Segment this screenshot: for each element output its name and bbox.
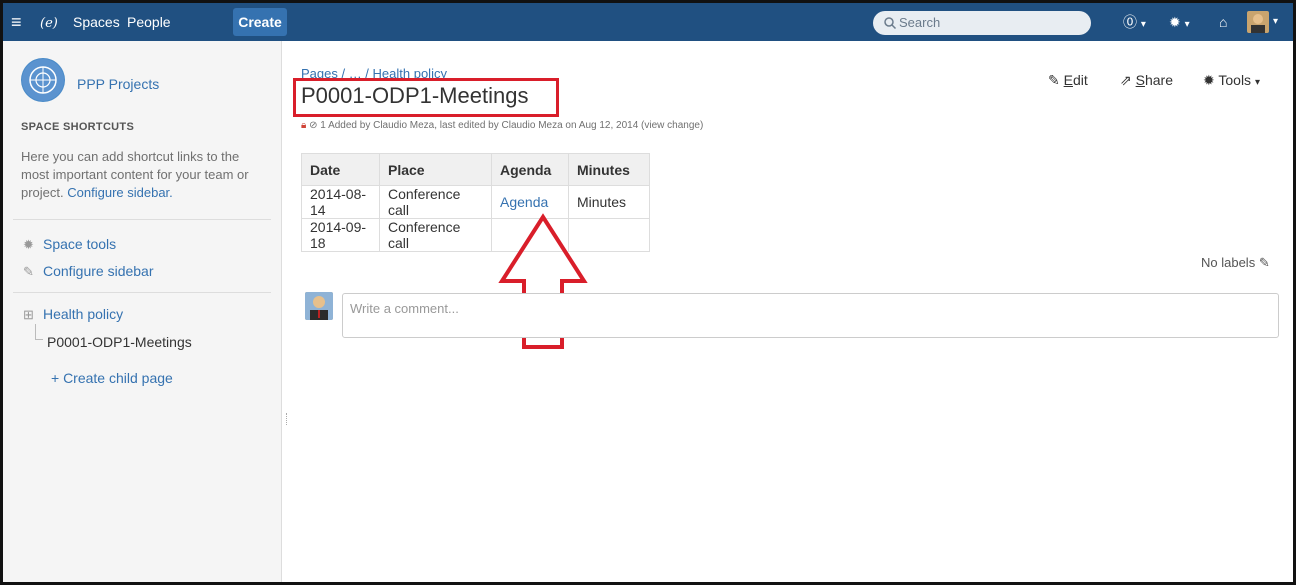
pencil-icon: ✎: [1048, 72, 1060, 88]
cell-date: 2014-08-14: [301, 185, 380, 219]
chevron-down-icon: ▾: [1254, 77, 1260, 88]
table-header-row: Date Place Agenda Minutes: [301, 153, 650, 186]
no-labels-text: No labels: [1201, 255, 1256, 270]
shortcuts-help-text: Here you can add shortcut links to the m…: [21, 148, 266, 202]
nav-people[interactable]: People: [127, 3, 171, 41]
divider: [13, 292, 271, 293]
restriction-lock-icon[interactable]: 🔒︎: [301, 120, 306, 131]
pencil-icon: ✎: [23, 264, 34, 279]
settings-gear-icon[interactable]: ✹ ▾: [1169, 3, 1190, 41]
configure-sidebar-link[interactable]: ✎ Configure sidebar: [23, 263, 154, 280]
edit-button[interactable]: ✎ Edit: [1048, 72, 1088, 89]
share-button[interactable]: ⇗ Share: [1120, 72, 1173, 89]
edit-label-accesskey: E: [1063, 72, 1073, 88]
cell-place: Conference call: [379, 185, 492, 219]
cell-place: Conference call: [379, 218, 492, 252]
nav-spaces[interactable]: Spaces: [73, 3, 120, 41]
column-header-place: Place: [379, 153, 492, 186]
byline-text: 1 Added by Claudio Meza, last edited by …: [320, 120, 704, 131]
cell-date: 2014-09-18: [301, 218, 380, 252]
space-name-link[interactable]: PPP Projects: [77, 76, 159, 92]
pencil-icon: ✎: [1258, 255, 1270, 270]
tree-item-current-page[interactable]: P0001-ODP1-Meetings: [47, 334, 192, 350]
comment-placeholder: Write a comment...: [350, 301, 459, 316]
divider: [13, 219, 271, 220]
space-tools-label: Space tools: [43, 236, 117, 252]
gear-icon: ✹: [1203, 72, 1215, 88]
attachment-icon[interactable]: ⊘: [309, 120, 317, 131]
comment-input[interactable]: Write a comment...: [342, 293, 1279, 338]
share-label-rest: hare: [1144, 72, 1173, 88]
gear-icon: ✹: [23, 237, 34, 252]
configure-sidebar-inline-link[interactable]: Configure sidebar.: [67, 185, 173, 200]
share-label-accesskey: S: [1135, 72, 1145, 88]
search-input[interactable]: Search: [873, 11, 1091, 35]
menu-icon[interactable]: ≡: [11, 3, 22, 41]
table-row: 2014-08-14 Conference call Agenda Minute…: [301, 185, 650, 219]
share-icon: ⇗: [1120, 72, 1132, 88]
app-window: ≡ (𝑒) Spaces People Create Search ⓪ ▾ ✹ …: [0, 0, 1296, 585]
page-tree-icon: ⊞: [23, 307, 34, 322]
search-placeholder: Search: [899, 15, 941, 30]
space-shortcuts-heading: SPACE SHORTCUTS: [21, 121, 135, 133]
user-menu-caret-icon[interactable]: ▾: [1273, 3, 1278, 41]
user-avatar[interactable]: [1247, 11, 1269, 33]
column-header-agenda: Agenda: [491, 153, 569, 186]
tools-menu-button[interactable]: ✹ Tools ▾: [1203, 72, 1260, 89]
page-byline: 🔒︎ ⊘ 1 Added by Claudio Meza, last edite…: [301, 120, 703, 131]
search-icon: [884, 17, 897, 30]
column-header-minutes: Minutes: [568, 153, 650, 186]
help-icon[interactable]: ⓪ ▾: [1123, 3, 1146, 41]
space-logo-icon[interactable]: [21, 58, 65, 102]
tree-item-health-policy[interactable]: ⊞ Health policy: [23, 306, 123, 323]
create-child-page-link[interactable]: + Create child page: [51, 370, 173, 386]
table-row: 2014-09-18 Conference call: [301, 218, 650, 252]
comment-user-avatar: [305, 292, 333, 320]
title-highlight-annotation: [293, 78, 559, 117]
tree-connector: [35, 324, 43, 340]
tree-item-label: Health policy: [43, 306, 124, 322]
space-tools-link[interactable]: ✹ Space tools: [23, 236, 116, 253]
un-logo-icon[interactable]: (𝑒): [39, 12, 61, 32]
top-navigation-bar: ≡ (𝑒) Spaces People Create Search ⓪ ▾ ✹ …: [3, 3, 1293, 41]
svg-text:(𝑒): (𝑒): [40, 16, 58, 31]
edit-label-rest: dit: [1072, 72, 1088, 88]
sidebar: PPP Projects SPACE SHORTCUTS Here you ca…: [3, 41, 282, 582]
meetings-table: Date Place Agenda Minutes 2014-08-14 Con…: [301, 153, 650, 252]
notifications-icon[interactable]: ⌂: [1219, 3, 1227, 41]
sidebar-resize-handle[interactable]: [286, 413, 288, 425]
configure-sidebar-label: Configure sidebar: [43, 263, 154, 279]
labels-area[interactable]: No labels ✎: [1201, 255, 1270, 271]
tools-label: Tools: [1218, 72, 1252, 88]
create-button[interactable]: Create: [233, 8, 287, 36]
column-header-date: Date: [301, 153, 380, 186]
